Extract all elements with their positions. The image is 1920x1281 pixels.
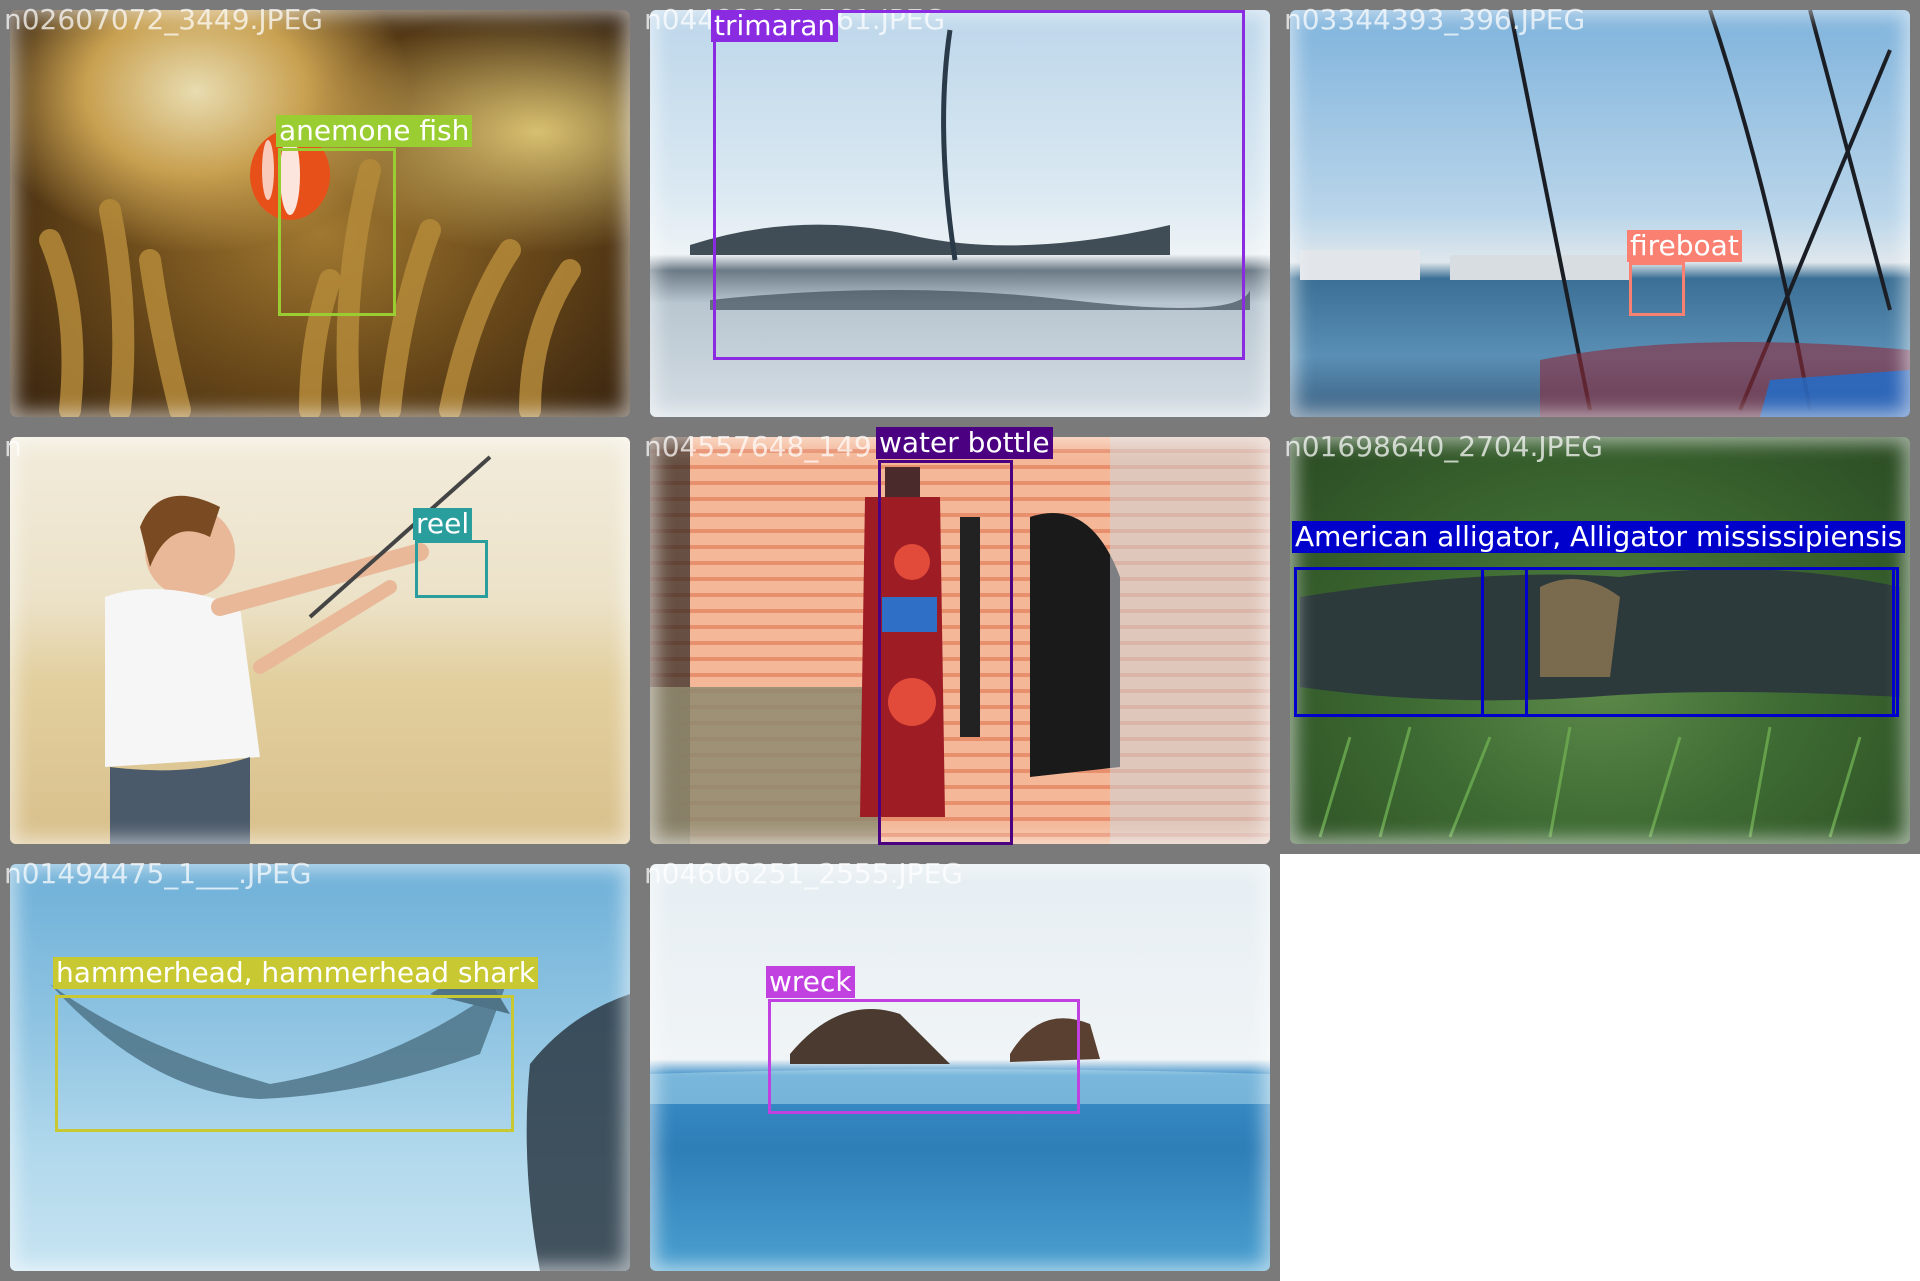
filename-label: n04557648_149 xyxy=(644,430,872,463)
filename-label: n01698640_2704.JPEG xyxy=(1284,430,1603,463)
bbox-label-trimaran: trimaran xyxy=(711,10,839,42)
image-panel-hammerhead: n01494475_1___.JPEG hammerhead, hammerhe… xyxy=(0,854,640,1281)
filename-label: n02607072_3449.JPEG xyxy=(4,3,323,36)
bounding-box-anemone-fish xyxy=(278,148,396,316)
bounding-box-hammerhead xyxy=(55,995,514,1132)
photo-reel xyxy=(10,437,630,844)
bounding-box-alligator-3 xyxy=(1525,567,1895,717)
filename-label: n xyxy=(4,430,22,463)
bounding-box-water-bottle xyxy=(878,460,1013,845)
filename-label: n04606251_2555.JPEG xyxy=(644,857,963,890)
bbox-label-alligator: American alligator, Alligator mississipi… xyxy=(1292,521,1906,553)
image-panel-reel: n reel xyxy=(0,427,640,854)
image-panel-trimaran: n04483307_761.JPEG trimaran xyxy=(640,0,1280,427)
image-panel-anemone-fish: n02607072_3449.JPEG anemone fish xyxy=(0,0,640,427)
bbox-label-hammerhead: hammerhead, hammerhead shark xyxy=(53,957,539,989)
bounding-box-trimaran xyxy=(713,10,1245,360)
bounding-box-wreck xyxy=(768,999,1080,1114)
filename-label: n01494475_1___.JPEG xyxy=(4,857,312,890)
image-panel-alligator: n01698640_2704.JPEG American alligator, … xyxy=(1280,427,1920,854)
empty-grid-cell xyxy=(1280,854,1920,1281)
bbox-label-anemone-fish: anemone fish xyxy=(276,115,473,147)
bounding-box-fireboat xyxy=(1629,262,1685,316)
bbox-label-wreck: wreck xyxy=(766,966,855,998)
bbox-label-water-bottle: water bottle xyxy=(876,427,1053,459)
bounding-box-reel xyxy=(415,540,488,598)
photo-fireboat xyxy=(1290,10,1910,417)
bbox-label-fireboat: fireboat xyxy=(1627,230,1742,262)
image-panel-wreck: n04606251_2555.JPEG wreck xyxy=(640,854,1280,1281)
filename-label: n03344393_396.JPEG xyxy=(1284,3,1586,36)
image-panel-fireboat: n03344393_396.JPEG fireboat xyxy=(1280,0,1920,427)
image-panel-water-bottle: n04557648_149 water bottle xyxy=(640,427,1280,854)
bbox-label-reel: reel xyxy=(413,508,473,540)
